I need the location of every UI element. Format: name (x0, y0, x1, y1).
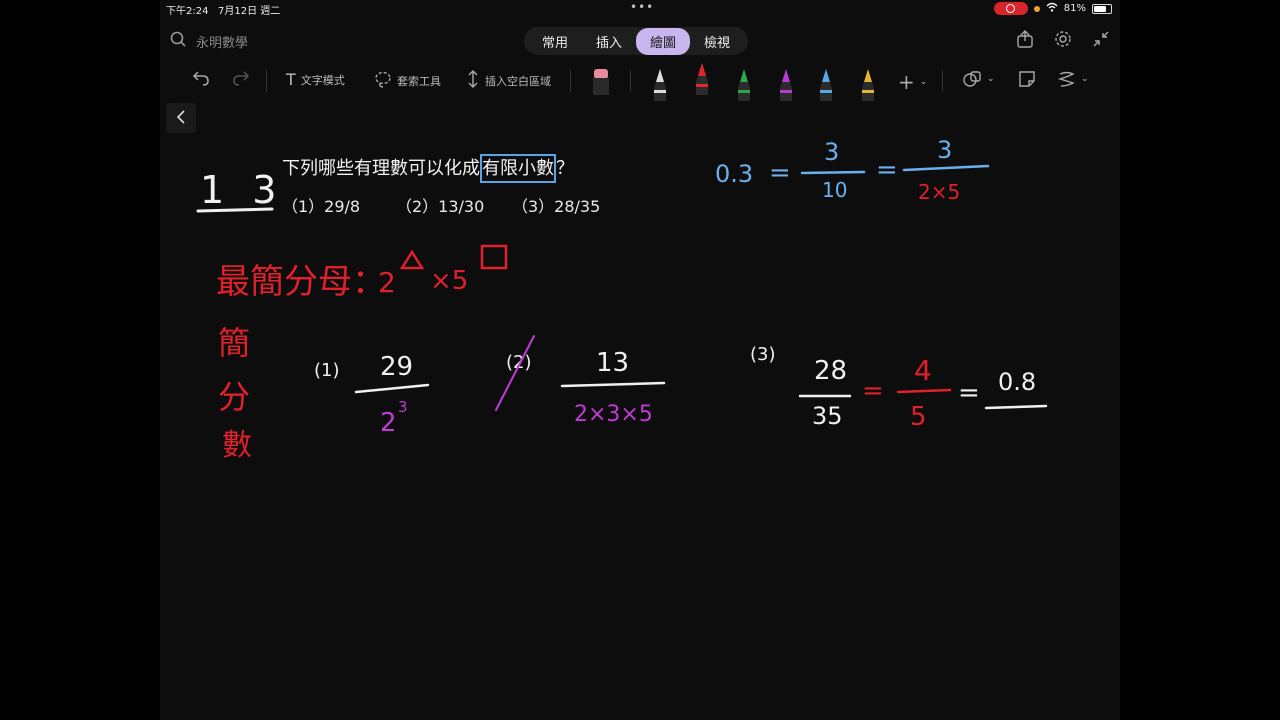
item2-bar (560, 381, 666, 388)
item3-bar-2 (896, 388, 952, 394)
goodnotes-screen: 下午2:24 7月12日 週二 ••• 81% 永明數學 常用 插入 繪圖 檢視 (160, 0, 1120, 720)
example-bar-2 (902, 164, 990, 172)
example-bar-1 (800, 170, 866, 175)
ink-strokes (196, 164, 1048, 411)
problem-underline (196, 207, 274, 213)
item1-bar (354, 383, 430, 394)
item3-result-bar (984, 404, 1048, 410)
item2-strike (495, 335, 535, 411)
square-exponent-icon (480, 244, 508, 270)
triangle-exponent-icon (399, 249, 425, 270)
